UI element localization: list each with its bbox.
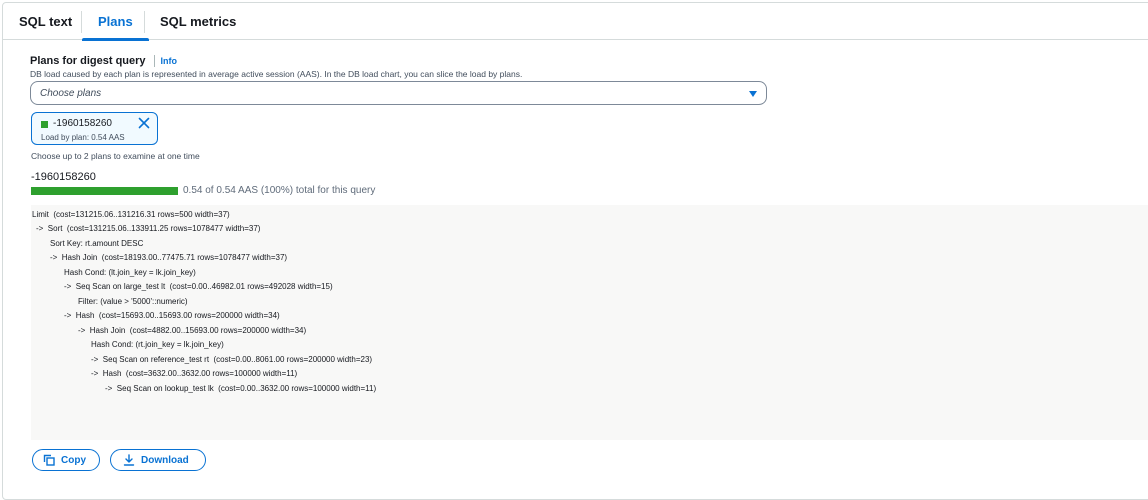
plan-line: -> Seq Scan on reference_test rt (cost=0… <box>91 355 373 364</box>
selected-plan-token: -1960158260 Load by plan: 0.54 AAS <box>31 112 158 145</box>
plan-line: -> Seq Scan on lookup_test lk (cost=0.00… <box>105 384 377 393</box>
section-description: DB load caused by each plan is represent… <box>30 69 523 79</box>
plan-line: Limit (cost=131215.06..131216.31 rows=50… <box>32 210 230 219</box>
section-heading: Plans for digest query Info <box>30 55 177 67</box>
copy-button-label: Copy <box>61 454 86 466</box>
tab-sql-metrics[interactable]: SQL metrics <box>144 3 252 40</box>
tab-bar: SQL text Plans SQL metrics <box>3 3 1148 41</box>
copy-icon <box>43 454 55 466</box>
tab-plans[interactable]: Plans <box>82 3 149 41</box>
download-button-label: Download <box>141 454 189 466</box>
caret-down-icon <box>749 91 757 97</box>
info-link[interactable]: Info <box>161 56 178 66</box>
plan-line: -> Hash (cost=15693.00..15693.00 rows=20… <box>64 311 280 320</box>
plan-line: Filter: (value > '5000'::numeric) <box>78 297 188 306</box>
heading-divider <box>153 55 155 67</box>
plan-line: -> Seq Scan on large_test lt (cost=0.00.… <box>64 282 333 291</box>
download-icon <box>123 454 135 466</box>
plan-line: Sort Key: rt.amount DESC <box>50 239 144 248</box>
copy-button[interactable]: Copy <box>32 449 100 471</box>
plan-line: -> Sort (cost=131215.06..133911.25 rows=… <box>36 224 261 233</box>
download-button[interactable]: Download <box>110 449 206 471</box>
plan-line: -> Hash Join (cost=18193.00..77475.71 ro… <box>50 253 288 262</box>
choose-plans-select[interactable]: Choose plans <box>30 81 767 105</box>
plan-color-swatch <box>41 121 48 128</box>
plan-line: Hash Cond: (lt.join_key = lk.join_key) <box>64 268 196 277</box>
plan-line: -> Hash (cost=3632.00..3632.00 rows=1000… <box>91 369 298 378</box>
close-icon[interactable] <box>137 116 151 130</box>
token-load-label: Load by plan: 0.54 AAS <box>41 133 125 142</box>
tab-sql-text[interactable]: SQL text <box>3 3 88 40</box>
plan-line: Hash Cond: (rt.join_key = lk.join_key) <box>91 340 224 349</box>
token-plan-name: -1960158260 <box>53 118 112 129</box>
plan-text-block: Limit (cost=131215.06..131216.31 rows=50… <box>31 205 1148 440</box>
selection-hint: Choose up to 2 plans to examine at one t… <box>31 151 200 161</box>
plan-id: -1960158260 <box>31 171 96 183</box>
select-placeholder: Choose plans <box>40 88 102 99</box>
plan-line: -> Hash Join (cost=4882.00..15693.00 row… <box>78 326 307 335</box>
plan-share-summary: 0.54 of 0.54 AAS (100%) total for this q… <box>183 185 376 196</box>
plan-share-bar <box>31 187 178 195</box>
section-title: Plans for digest query <box>30 55 146 67</box>
